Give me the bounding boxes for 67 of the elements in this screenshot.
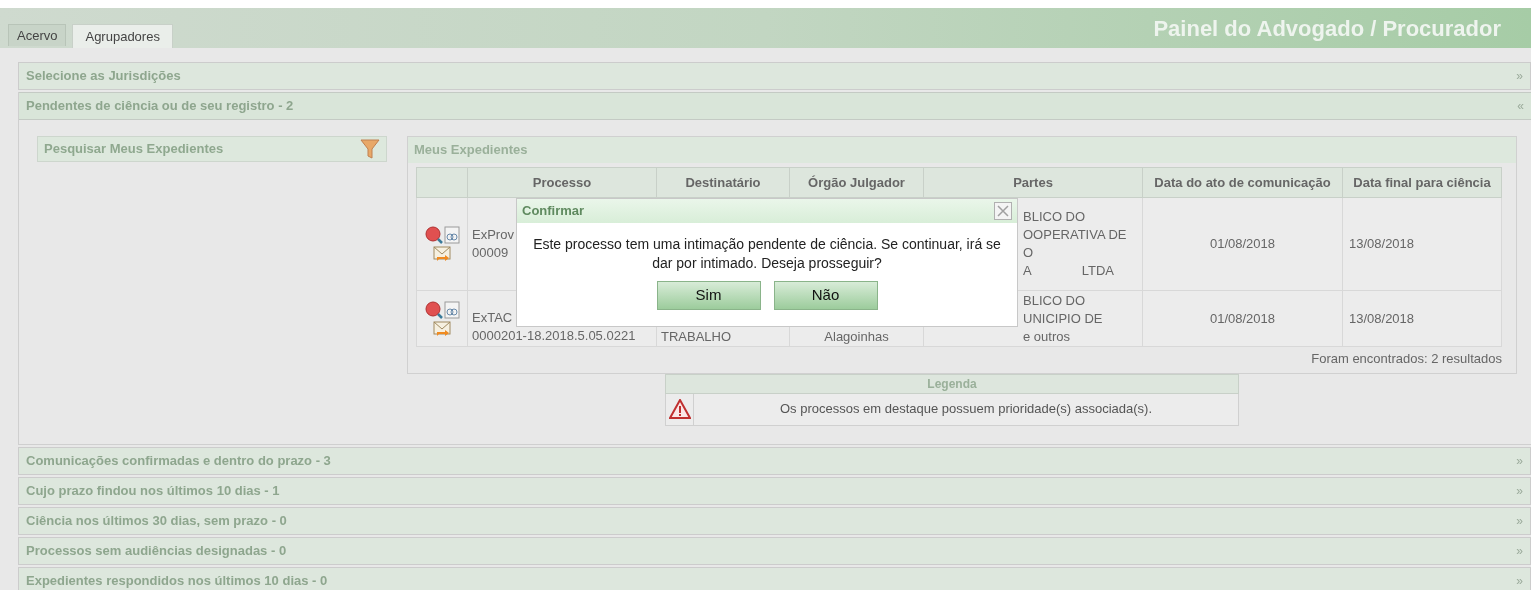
column-header[interactable]: Órgão Julgador [789, 167, 924, 198]
column-header[interactable]: Destinatário [656, 167, 790, 198]
column-header[interactable]: Data do ato de comunicação [1142, 167, 1343, 198]
dialog-title: Confirmar [522, 202, 585, 221]
section-title: Cujo prazo findou nos últimos 10 dias - 1 [26, 481, 280, 500]
page-title: Painel do Advogado / Procurador [1153, 14, 1501, 43]
dialog-message: Este processo tem uma intimação pendente de ciência. Se continuar, irá se dar por intimado. Deseja prosseguir? [532, 235, 1002, 273]
communication-date: 01/08/2018 [1209, 310, 1276, 326]
legend-header: Legenda [665, 373, 1239, 394]
section-header[interactable]: Selecione as Jurisdições » [18, 62, 1531, 90]
toggle-glyph[interactable]: » [1516, 451, 1523, 470]
process-number: ExProv [472, 226, 514, 244]
party-text: LTDA [1081, 262, 1114, 280]
toggle-glyph[interactable]: » [1516, 481, 1523, 500]
section-title: Comunicações confirmadas e dentro do prazo - 3 [26, 451, 331, 470]
envelope-icon[interactable] [433, 320, 451, 337]
section-title: Ciência nos últimos 30 dias, sem prazo - 0 [26, 511, 287, 530]
tab[interactable]: Acervo [8, 24, 67, 46]
party-text: BLICO DO [1023, 291, 1086, 310]
toggle-glyph[interactable]: » [1516, 541, 1523, 560]
section-header[interactable]: Pendentes de ciência ou de seu registro - 2 « [19, 92, 1531, 120]
party-text: A [1023, 262, 1032, 280]
toggle-glyph[interactable]: » [1516, 511, 1523, 530]
panel-header: Meus Expedientes [408, 137, 1516, 163]
column-header[interactable]: Data final para ciência [1342, 167, 1502, 198]
section-title: Pendentes de ciência ou de seu registro - 2 [26, 97, 294, 116]
dialog-button[interactable]: Sim [656, 281, 761, 310]
party-text: e outros [1023, 327, 1070, 346]
party-text: UNICIPIO DE [1023, 309, 1103, 328]
party-text: OOPERATIVA DE [1023, 226, 1127, 244]
deadline-date: 13/08/2018 [1349, 310, 1415, 326]
dialog-button[interactable]: Não [773, 281, 878, 310]
tab[interactable]: Agrupadores [72, 24, 173, 48]
toggle-glyph[interactable]: » [1516, 67, 1523, 85]
search-panel-header[interactable]: Pesquisar Meus Expedientes [37, 136, 387, 162]
deadline-date: 13/08/2018 [1349, 236, 1415, 252]
process-number: 00009 [472, 244, 509, 262]
warning-icon [668, 399, 691, 419]
filter-icon[interactable] [360, 138, 380, 160]
process-number: ExTAC [472, 309, 513, 327]
communication-date: 01/08/2018 [1209, 236, 1276, 252]
section-header[interactable]: Comunicações confirmadas e dentro do prazo - 3 » [18, 446, 1531, 475]
section-title: Selecione as Jurisdições [26, 67, 181, 86]
section-header[interactable]: Cujo prazo findou nos últimos 10 dias - 1 » [18, 476, 1531, 505]
column-header[interactable]: Partes [923, 167, 1143, 198]
envelope-icon[interactable] [433, 246, 451, 262]
section-header[interactable]: Ciência nos últimos 30 dias, sem prazo - 0 » [18, 506, 1531, 535]
close-icon[interactable] [994, 202, 1012, 220]
section-title: Expedientes respondidos nos últimos 10 dias - 0 [26, 571, 328, 590]
magnifier-icon[interactable] [424, 226, 443, 244]
document-icon[interactable] [443, 226, 460, 244]
section-header[interactable]: Processos sem audiências designadas - 0 » [18, 536, 1531, 565]
legend-text: Os processos em destaque possuem prioridade(s) associada(s). [778, 400, 1154, 419]
process-number: 0000201-18.2018.5.05.0221 [472, 327, 636, 345]
court-text: Alagoinhas [824, 328, 889, 346]
section-title: Processos sem audiências designadas - 0 [26, 541, 287, 560]
results-count: Foram encontrados: 2 resultados [1311, 350, 1502, 368]
document-icon[interactable] [443, 300, 460, 319]
party-text: BLICO DO [1023, 208, 1086, 226]
magnifier-icon[interactable] [424, 300, 443, 319]
recipient-text: TRABALHO [661, 328, 732, 346]
column-header[interactable]: Processo [467, 167, 657, 198]
section-header[interactable]: Expedientes respondidos nos últimos 10 dias - 0 » [18, 566, 1531, 590]
toggle-glyph[interactable]: » [1516, 571, 1523, 590]
toggle-glyph[interactable]: « [1517, 97, 1524, 115]
party-text: O [1023, 244, 1034, 262]
panel-title: Pesquisar Meus Expedientes [44, 140, 224, 159]
